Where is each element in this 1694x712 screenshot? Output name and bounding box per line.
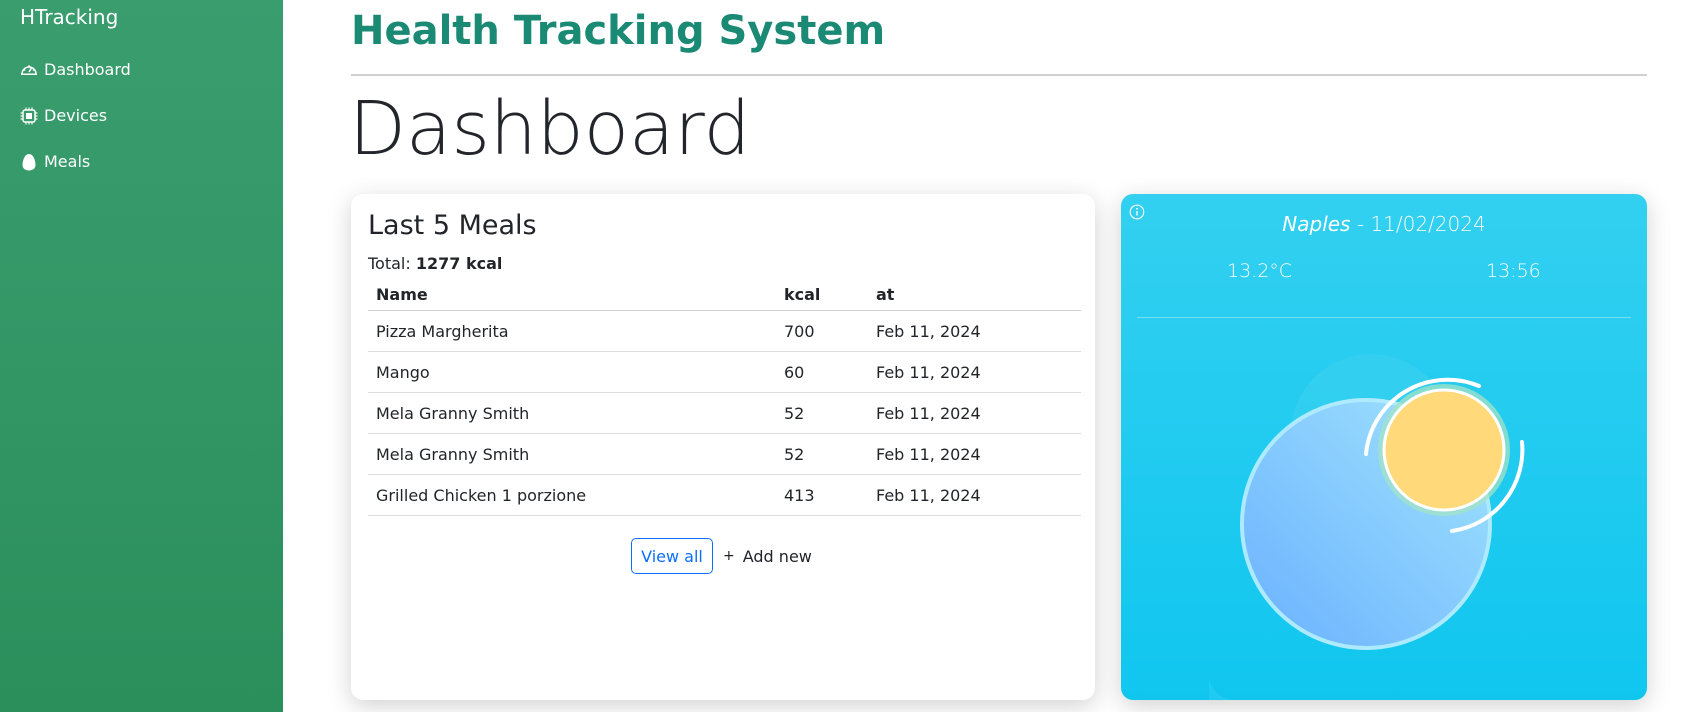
- meal-name: Grilled Chicken 1 porzione: [368, 474, 776, 516]
- column-header-kcal: kcal: [776, 278, 868, 311]
- total-value: 1277 kcal: [415, 254, 503, 273]
- weather-separator: -: [1350, 212, 1371, 236]
- meal-date: Feb 11, 2024: [868, 310, 1081, 352]
- table-row: Grilled Chicken 1 porzione 413 Feb 11, 2…: [368, 474, 1081, 516]
- meal-name: Mela Granny Smith: [368, 433, 776, 475]
- page-title: Dashboard: [349, 86, 751, 172]
- column-header-name: Name: [368, 278, 776, 311]
- table-row: Mango 60 Feb 11, 2024: [368, 351, 1081, 393]
- meal-name: Mango: [368, 351, 776, 393]
- add-new-button[interactable]: + Add new: [723, 538, 812, 574]
- meal-date: Feb 11, 2024: [868, 392, 1081, 434]
- weather-date: 11/02/2024: [1370, 212, 1486, 236]
- sidebar-item-label: Dashboard: [44, 60, 131, 79]
- meals-card-title: Last 5 Meals: [368, 210, 537, 241]
- weather-widget: Naples - 11/02/2024 13.2°C 13:56: [1121, 194, 1647, 700]
- meal-date: Feb 11, 2024: [868, 351, 1081, 393]
- meal-name: Pizza Margherita: [368, 310, 776, 352]
- sidebar: HTracking Dashboard Devices Meals: [0, 0, 283, 712]
- sidebar-item-devices[interactable]: Devices: [20, 106, 107, 125]
- table-row: Mela Granny Smith 52 Feb 11, 2024: [368, 392, 1081, 434]
- egg-icon: [20, 153, 38, 171]
- meal-date: Feb 11, 2024: [868, 433, 1081, 475]
- table-header-row: Name kcal at: [368, 278, 1081, 311]
- add-new-label: Add new: [742, 546, 812, 566]
- sidebar-item-meals[interactable]: Meals: [20, 152, 90, 171]
- column-header-at: at: [868, 278, 1081, 311]
- main-content: Health Tracking System Dashboard Last 5 …: [283, 0, 1694, 712]
- sun-behind-cloud-icon: [1209, 354, 1525, 700]
- meals-table: Name kcal at Pizza Margherita 700 Feb 11…: [368, 278, 1081, 516]
- meal-name: Mela Granny Smith: [368, 392, 776, 434]
- table-row: Pizza Margherita 700 Feb 11, 2024: [368, 310, 1081, 352]
- sidebar-item-label: Devices: [44, 106, 108, 125]
- plus-icon: +: [723, 548, 735, 564]
- speedometer-icon: [20, 61, 38, 79]
- meals-total: Total: 1277 kcal: [368, 254, 502, 273]
- weather-temperature: 13.2°C: [1227, 260, 1293, 282]
- meal-kcal: 413: [776, 474, 868, 516]
- header-divider: [351, 74, 1647, 76]
- meal-kcal: 700: [776, 310, 868, 352]
- weather-divider: [1137, 317, 1631, 318]
- meal-kcal: 52: [776, 433, 868, 475]
- sidebar-item-label: Meals: [44, 152, 91, 171]
- total-label: Total:: [368, 254, 411, 273]
- sidebar-item-dashboard[interactable]: Dashboard: [20, 60, 131, 79]
- cpu-icon: [20, 107, 38, 125]
- meal-date: Feb 11, 2024: [868, 474, 1081, 516]
- weather-time: 13:56: [1486, 260, 1541, 282]
- meal-kcal: 52: [776, 392, 868, 434]
- weather-location: Naples - 11/02/2024: [1121, 212, 1647, 236]
- weather-city: Naples: [1282, 212, 1351, 236]
- table-row: Mela Granny Smith 52 Feb 11, 2024: [368, 433, 1081, 475]
- meal-kcal: 60: [776, 351, 868, 393]
- meals-card: Last 5 Meals Total: 1277 kcal Name kcal …: [351, 194, 1095, 700]
- view-all-button[interactable]: View all: [631, 538, 713, 574]
- system-title: Health Tracking System: [351, 8, 886, 54]
- brand-name[interactable]: HTracking: [20, 5, 118, 29]
